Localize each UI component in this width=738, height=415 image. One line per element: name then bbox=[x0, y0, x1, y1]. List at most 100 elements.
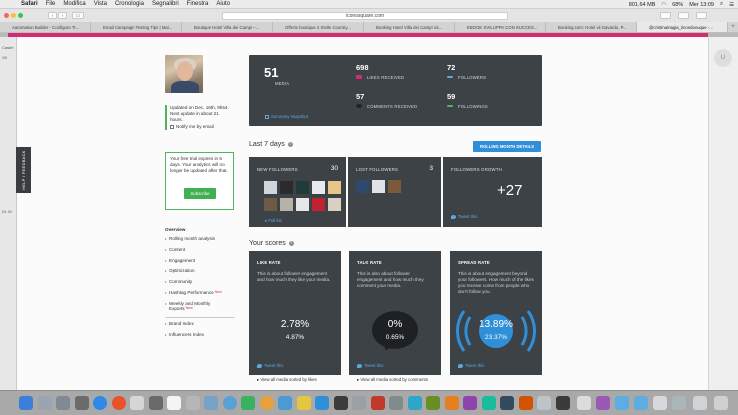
subscribe-button[interactable]: Subscribe bbox=[184, 188, 216, 199]
app-icon[interactable] bbox=[204, 396, 218, 410]
new-tab-icon[interactable] bbox=[696, 12, 707, 19]
browser-tab[interactable]: Boutique Hotel Villa dei Campi –... bbox=[182, 22, 273, 32]
app-icon[interactable] bbox=[371, 396, 385, 410]
follower-thumbnail[interactable] bbox=[312, 198, 325, 211]
help-icon[interactable]: ? bbox=[288, 240, 294, 246]
menu-app-name[interactable]: Safari bbox=[21, 1, 38, 7]
nav-overview[interactable]: Overview bbox=[165, 227, 235, 232]
lost-follower-thumbnail[interactable] bbox=[356, 180, 369, 193]
app-icon[interactable] bbox=[445, 396, 459, 410]
follower-thumbnail[interactable] bbox=[264, 181, 277, 194]
app-icon[interactable] bbox=[297, 396, 311, 410]
lost-follower-thumbnail[interactable] bbox=[388, 180, 401, 193]
app-icon[interactable] bbox=[596, 396, 610, 410]
help-feedback-tab[interactable]: HELP / FEEDBACK bbox=[16, 147, 31, 193]
menu-history[interactable]: Cronologia bbox=[115, 1, 144, 7]
folder-icon[interactable] bbox=[634, 396, 648, 410]
document-icon[interactable] bbox=[577, 396, 591, 410]
sidebar-toggle-icon[interactable]: ▭ bbox=[72, 12, 84, 19]
search-icon[interactable]: ⌕ bbox=[720, 1, 723, 8]
app-icon[interactable] bbox=[278, 396, 292, 410]
app-icon[interactable] bbox=[519, 396, 533, 410]
tweet-talk-rate-link[interactable]: Tweet this bbox=[357, 363, 383, 368]
calendar-icon[interactable] bbox=[167, 396, 181, 410]
appstore-icon[interactable] bbox=[315, 396, 329, 410]
folder-icon[interactable] bbox=[615, 396, 629, 410]
firefox-icon[interactable] bbox=[112, 396, 126, 410]
browser-tab[interactable]: Booking.com: Hotel vii Gavardo, P... bbox=[546, 22, 637, 32]
browser-tab[interactable]: Booking Hotel Villa dei Campi vic... bbox=[364, 22, 455, 32]
nav-engagement[interactable]: Engagement bbox=[165, 258, 235, 264]
address-bar[interactable]: iconosquare.com bbox=[222, 12, 508, 20]
view-media-by-likes-link[interactable]: ▸ View all media sorted by likes bbox=[257, 377, 317, 383]
follower-thumbnail[interactable] bbox=[296, 181, 309, 194]
nav-exports[interactable]: Weekly and Monthly ExportsNew bbox=[165, 301, 235, 312]
tabs-overview-icon[interactable] bbox=[678, 12, 689, 19]
app-icon[interactable] bbox=[556, 396, 570, 410]
forward-button[interactable]: › bbox=[58, 12, 67, 19]
nav-hashtag-performance[interactable]: Hashtag PerformanceNew bbox=[165, 290, 235, 296]
notify-checkbox[interactable] bbox=[170, 125, 174, 129]
menu-file[interactable]: File bbox=[46, 1, 56, 7]
launchpad-icon[interactable] bbox=[38, 396, 52, 410]
battery-readout[interactable]: 68% bbox=[672, 2, 683, 8]
full-list-link[interactable]: ▸ Full list bbox=[265, 218, 282, 224]
finder-icon[interactable] bbox=[19, 396, 33, 410]
menu-window[interactable]: Finestra bbox=[187, 1, 209, 7]
nav-optimization[interactable]: Optimization bbox=[165, 268, 235, 274]
minimize-window-icon[interactable] bbox=[11, 13, 16, 18]
app-icon[interactable] bbox=[223, 396, 237, 410]
trash-icon[interactable] bbox=[714, 396, 728, 410]
tweet-like-rate-link[interactable]: Tweet this bbox=[257, 363, 283, 368]
browser-tab[interactable]: Offerte boutique 4 Stelle Country... bbox=[273, 22, 364, 32]
memory-readout[interactable]: 801.64 MB bbox=[629, 2, 656, 8]
app-icon[interactable] bbox=[426, 396, 440, 410]
browser-tab[interactable]: Automation Builder - Configure Tr... bbox=[0, 22, 91, 32]
add-tab-icon[interactable]: + bbox=[728, 22, 738, 32]
nav-rolling-month[interactable]: Rolling month analysis bbox=[165, 236, 235, 242]
browser-tab-active[interactable]: @cristinamagia_linondovuque -... bbox=[637, 22, 728, 32]
menu-help[interactable]: Aiuto bbox=[216, 1, 230, 7]
profile-avatar[interactable] bbox=[165, 55, 203, 93]
rolling-month-details-button[interactable]: ROLLING MONTH DETAILS bbox=[473, 141, 541, 152]
tweet-growth-link[interactable]: Tweet this bbox=[451, 214, 477, 219]
safari-icon[interactable] bbox=[93, 396, 107, 410]
app-icon[interactable] bbox=[482, 396, 496, 410]
menu-view[interactable]: Vista bbox=[94, 1, 107, 7]
lost-follower-thumbnail[interactable] bbox=[372, 180, 385, 193]
follower-thumbnail[interactable] bbox=[328, 181, 341, 194]
app-icon[interactable] bbox=[130, 396, 144, 410]
summary-snapshot-link[interactable]: Summary snapshot bbox=[265, 114, 308, 119]
follower-thumbnail[interactable] bbox=[280, 198, 293, 211]
notify-checkbox-row[interactable]: Notify me by email bbox=[170, 124, 235, 130]
nav-community[interactable]: Community bbox=[165, 279, 235, 285]
follower-thumbnail[interactable] bbox=[296, 198, 309, 211]
browser-tab[interactable]: EBOOK SVILUPPA CON SUCCES... bbox=[455, 22, 546, 32]
browser-tab[interactable]: Email Campaign Testing Tips | Mai... bbox=[91, 22, 182, 32]
app-icon[interactable] bbox=[463, 396, 477, 410]
app-icon[interactable] bbox=[75, 396, 89, 410]
nav-brand-index[interactable]: Brand Index bbox=[165, 321, 235, 327]
tweet-spread-rate-link[interactable]: Tweet this bbox=[458, 363, 484, 368]
app-icon[interactable] bbox=[241, 396, 255, 410]
app-icon[interactable] bbox=[186, 396, 200, 410]
wifi-icon[interactable]: ◠ bbox=[661, 2, 666, 8]
list-icon[interactable]: ☰ bbox=[729, 2, 734, 8]
photos-icon[interactable] bbox=[260, 396, 274, 410]
view-media-by-comments-link[interactable]: ▸ View all media sorted by comments bbox=[357, 377, 428, 383]
follower-thumbnail[interactable] bbox=[328, 198, 341, 211]
close-window-icon[interactable] bbox=[4, 13, 9, 18]
zoom-window-icon[interactable] bbox=[18, 13, 23, 18]
menu-edit[interactable]: Modifica bbox=[63, 1, 85, 7]
clock[interactable]: Mer 13:09 bbox=[689, 2, 714, 8]
nav-influencers-index[interactable]: Influencers Index bbox=[165, 332, 235, 338]
app-icon[interactable] bbox=[334, 396, 348, 410]
app-icon[interactable] bbox=[408, 396, 422, 410]
app-icon[interactable] bbox=[149, 396, 163, 410]
app-icon[interactable] bbox=[56, 396, 70, 410]
back-button[interactable]: ‹ bbox=[48, 12, 57, 19]
follower-thumbnail[interactable] bbox=[280, 181, 293, 194]
help-icon[interactable]: ? bbox=[287, 141, 293, 147]
follower-thumbnail[interactable] bbox=[264, 198, 277, 211]
share-icon[interactable] bbox=[660, 12, 671, 19]
